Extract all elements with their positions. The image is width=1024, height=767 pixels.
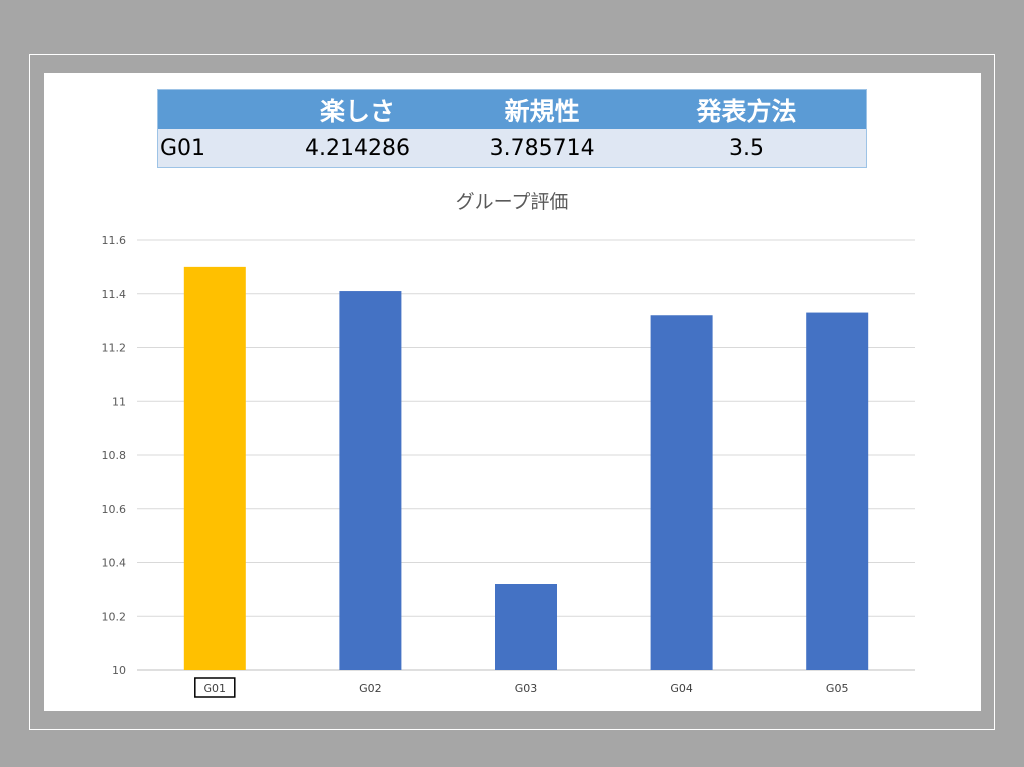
x-tick-label: G03	[515, 682, 538, 695]
y-tick-label: 11.6	[102, 234, 127, 247]
y-axis-ticks: 10 10.2 10.4 10.6 10.8 11 11.2 11.4 11.6	[102, 234, 127, 677]
y-tick-label: 10.2	[102, 610, 127, 623]
bar-g01	[183, 266, 246, 670]
chart-title: グループ評価	[456, 191, 569, 213]
y-tick-label: 11	[112, 395, 126, 408]
y-tick-label: 10	[112, 664, 126, 677]
x-tick-label: G01	[204, 682, 227, 695]
y-tick-label: 10.8	[102, 449, 127, 462]
y-tick-label: 11.4	[102, 288, 127, 301]
bar-g04	[650, 315, 713, 670]
bar-g03	[495, 584, 557, 670]
bar-g05	[806, 312, 869, 670]
bar-chart: グループ評価 1010.210.410.610.81111.211.411.6 …	[102, 191, 915, 698]
x-tick-label: G04	[670, 682, 693, 695]
y-tick-label: 10.6	[102, 503, 127, 516]
x-axis-ticks: G01 G02 G03 G04 G05	[194, 677, 849, 698]
x-tick-label: G02	[359, 682, 382, 695]
y-tick-label: 10.4	[102, 557, 127, 570]
bar-g02	[339, 291, 402, 670]
bars	[183, 266, 869, 670]
x-tick-label: G05	[826, 682, 849, 695]
y-tick-label: 11.2	[102, 342, 127, 355]
